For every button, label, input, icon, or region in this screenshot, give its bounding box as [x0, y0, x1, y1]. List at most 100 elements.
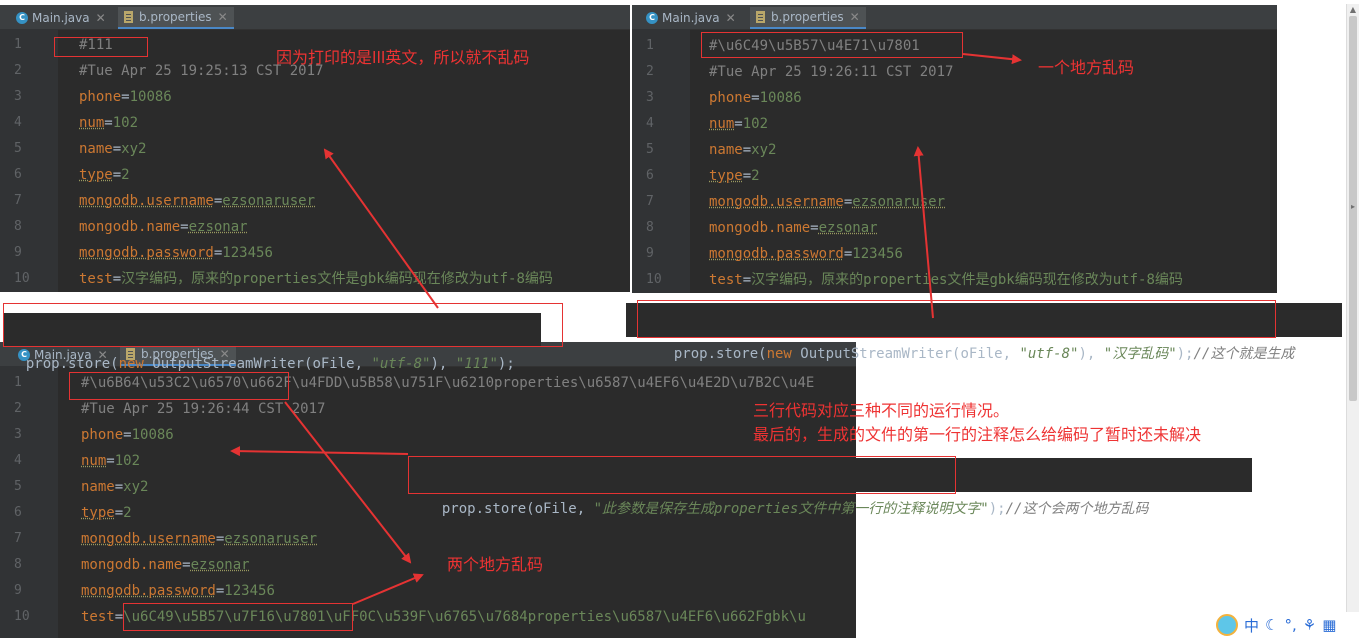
code-line[interactable]: 10 test=汉字编码，原来的properties文件是gbk编码现在修改为ut…: [632, 267, 1277, 293]
code-line[interactable]: 2 #Tue Apr 25 19:26:11 CST 2017: [632, 59, 1277, 85]
scroll-right-icon[interactable]: ▸: [1349, 202, 1357, 211]
tab-b-properties[interactable]: b.properties ✕: [750, 7, 866, 29]
tab-b-properties[interactable]: b.properties ✕: [118, 7, 234, 29]
tab-main-java[interactable]: C Main.java ✕: [10, 7, 112, 29]
code-token: type: [79, 167, 113, 183]
code-line[interactable]: 9 mongodb.password=123456: [632, 241, 1277, 267]
code-content: mongodb.password=123456: [81, 578, 275, 604]
code-token: mongodb.username: [709, 194, 844, 210]
ime-toolbar: 中 ☾ °, ⚘ ▦: [1212, 612, 1360, 638]
code-content: type=2: [709, 163, 760, 189]
annotation-note-4: 两个地方乱码: [447, 555, 544, 574]
code-token: test: [79, 271, 113, 287]
code-line[interactable]: 4 num=102: [632, 111, 1277, 137]
code-token: name: [709, 142, 743, 158]
code-line[interactable]: 8 mongodb.name=ezsonar: [0, 552, 856, 578]
annotation-note-3a: 三行代码对应三种不同的运行情况。: [753, 401, 1010, 420]
code-token: =: [810, 220, 819, 236]
code-content: mongodb.password=123456: [79, 240, 273, 266]
code-content: num=102: [81, 448, 140, 474]
code-line[interactable]: 10 test=汉字编码，原来的properties文件是gbk编码现在修改为ut…: [0, 266, 630, 292]
code-line[interactable]: 7 mongodb.username=ezsonaruser: [632, 189, 1277, 215]
tab-label: b.properties: [771, 10, 844, 24]
code-line[interactable]: 5 name=xy2: [0, 136, 630, 162]
code-content: name=xy2: [81, 474, 148, 500]
tab-main-java[interactable]: C Main.java ✕: [640, 7, 742, 29]
line-number: 7: [646, 194, 654, 209]
code-line[interactable]: 3 phone=10086: [0, 84, 630, 110]
code-content: test=汉字编码，原来的properties文件是gbk编码现在修改为utf-…: [709, 267, 1183, 293]
close-icon[interactable]: ✕: [850, 10, 860, 24]
line-number: 4: [646, 116, 654, 131]
ime-language-toggle[interactable]: 中: [1244, 615, 1259, 636]
code-token: =: [112, 271, 122, 287]
code-line[interactable]: 8 mongodb.name=ezsonar: [632, 215, 1277, 241]
code-line[interactable]: 5 name=xy2: [632, 137, 1277, 163]
code-token: xy2: [121, 141, 147, 157]
line-number: 8: [14, 219, 22, 234]
code-token: phone: [81, 427, 124, 443]
line-number: 3: [14, 427, 22, 442]
toolbox-icon[interactable]: ▦: [1322, 616, 1336, 634]
properties-file-icon: [756, 11, 765, 23]
code-line[interactable]: 9 mongodb.password=123456: [0, 240, 630, 266]
code-content: type=2: [81, 500, 132, 526]
line-number: 5: [646, 142, 654, 157]
moon-icon[interactable]: ☾: [1265, 616, 1278, 634]
scroll-up-icon[interactable]: ▲: [1349, 5, 1357, 14]
code-keyword: new: [766, 346, 792, 362]
code-line[interactable]: 6 type=2: [632, 163, 1277, 189]
close-icon[interactable]: ✕: [726, 11, 736, 25]
code-token: ezsonaruser: [222, 193, 316, 209]
code-token: =: [180, 219, 189, 235]
code-content: mongodb.username=ezsonaruser: [709, 189, 945, 215]
code-content: name=xy2: [79, 136, 146, 162]
skin-icon[interactable]: ⚘: [1303, 616, 1316, 634]
code-content: mongodb.name=ezsonar: [79, 214, 248, 240]
code-token: =: [121, 89, 130, 105]
line-number: 2: [14, 63, 22, 78]
code-line[interactable]: 3 phone=10086: [632, 85, 1277, 111]
code-content: mongodb.username=ezsonaruser: [79, 188, 315, 214]
code-token: mongodb.password: [79, 245, 214, 261]
line-number: 9: [14, 583, 22, 598]
code-line[interactable]: 2 #Tue Apr 25 19:26:44 CST 2017: [0, 396, 856, 422]
code-token: #\u6C49\u5B57\u4E71\u7801: [709, 38, 920, 54]
code-comment: //这个就是生成: [1193, 346, 1295, 362]
code-content: test=\u6C49\u5B57\u7F16\u7801\uFF0C\u539…: [81, 604, 806, 630]
code-line[interactable]: 7 mongodb.username=ezsonaruser: [0, 188, 630, 214]
line-number: 2: [646, 64, 654, 79]
code-token: 10086: [129, 89, 172, 105]
line-number: 7: [14, 193, 22, 208]
line-number: 3: [14, 89, 22, 104]
code-line[interactable]: 1 #\u6C49\u5B57\u4E71\u7801: [632, 33, 1277, 59]
code-string: "111": [455, 356, 498, 372]
code-line[interactable]: 3 phone=10086: [0, 422, 856, 448]
punctuation-icon[interactable]: °,: [1284, 616, 1296, 634]
close-icon[interactable]: ✕: [96, 11, 106, 25]
line-number: 1: [14, 37, 22, 52]
line-number: 9: [14, 245, 22, 260]
line-number: 10: [646, 272, 662, 287]
code-token: type: [81, 505, 115, 521]
code-token: 102: [114, 453, 141, 469]
code-token: mongodb.name: [709, 220, 811, 236]
code-token: =: [123, 427, 132, 443]
ime-mascot-icon[interactable]: [1216, 614, 1238, 636]
code-content: num=102: [709, 111, 768, 137]
code-token: =: [112, 141, 122, 157]
line-number: 5: [14, 479, 22, 494]
line-number: 8: [14, 557, 22, 572]
code-content: #111: [79, 32, 113, 58]
code-line[interactable]: 8 mongodb.name=ezsonar: [0, 214, 630, 240]
code-line[interactable]: 6 type=2: [0, 162, 630, 188]
code-line[interactable]: 9 mongodb.password=123456: [0, 578, 856, 604]
code-line[interactable]: 7 mongodb.username=ezsonaruser: [0, 526, 856, 552]
vertical-scrollbar[interactable]: ▲ ▸: [1346, 4, 1359, 614]
line-number: 5: [14, 141, 22, 156]
close-icon[interactable]: ✕: [218, 10, 228, 24]
code-line[interactable]: 4 num=102: [0, 110, 630, 136]
code-token: name: [79, 141, 113, 157]
code-line[interactable]: 10 test=\u6C49\u5B57\u7F16\u7801\uFF0C\u5…: [0, 604, 856, 630]
code-token: test: [709, 272, 743, 288]
